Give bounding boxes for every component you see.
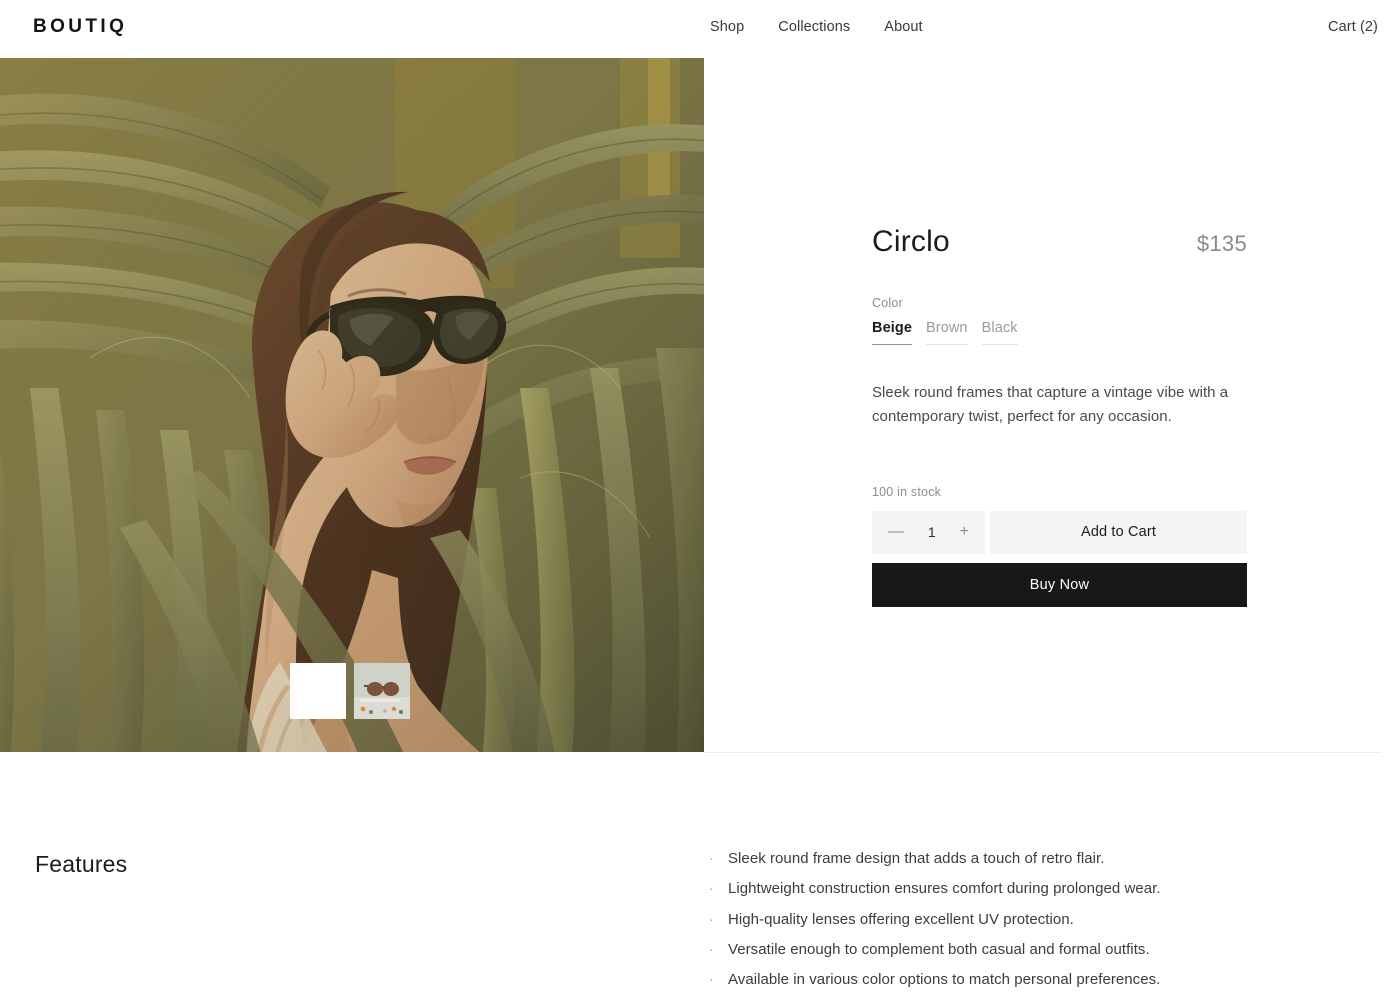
product-title-row: Circlo $135: [872, 225, 1247, 258]
list-item: · Available in various color options to …: [709, 970, 1349, 990]
feature-text: Available in various color options to ma…: [728, 971, 1161, 988]
feature-text: High-quality lenses offering excellent U…: [728, 910, 1074, 928]
feature-text: Sleek round frame design that adds a tou…: [728, 850, 1105, 867]
thumbnail-2[interactable]: [354, 663, 410, 719]
quantity-stepper[interactable]: — 1 +: [872, 510, 985, 554]
quantity-decrement-button[interactable]: —: [886, 520, 906, 544]
main-navigation: Shop Collections About: [710, 20, 923, 35]
list-item: · Versatile enough to complement both ca…: [709, 940, 1349, 960]
page-title: Circlo: [872, 225, 950, 258]
product-description: Sleek round frames that capture a vintag…: [872, 383, 1229, 426]
product-gallery: [0, 58, 704, 752]
color-option-label: Color: [872, 296, 903, 310]
bullet-icon: ·: [709, 940, 714, 957]
hero-product-image[interactable]: [0, 58, 704, 752]
site-header: BOUTIQ Shop Collections About Cart (2): [0, 0, 1400, 58]
buy-now-button[interactable]: Buy Now: [872, 562, 1247, 607]
bullet-icon: ·: [709, 910, 714, 927]
nav-item-shop[interactable]: Shop: [710, 20, 744, 35]
cart-link[interactable]: Cart (2): [1328, 20, 1378, 35]
list-item: · Sleek round frame design that adds a t…: [709, 849, 1349, 869]
color-option-group: Beige Brown Black: [872, 320, 1247, 345]
bullet-icon: ·: [709, 971, 714, 987]
add-to-cart-button[interactable]: Add to Cart: [990, 510, 1247, 554]
features-list: · Sleek round frame design that adds a t…: [709, 849, 1349, 1000]
bullet-icon: ·: [709, 850, 714, 866]
features-heading: Features: [35, 851, 128, 877]
bullet-icon: ·: [709, 880, 714, 897]
feature-text: Lightweight construction ensures comfort…: [728, 880, 1161, 898]
product-details-panel: Circlo $135 Color Beige Brown Black Slee…: [872, 225, 1247, 607]
thumbnail-1[interactable]: [290, 663, 346, 719]
nav-item-about[interactable]: About: [884, 20, 922, 35]
thumbnail-strip: [290, 663, 410, 719]
brand-logo[interactable]: BOUTIQ: [33, 17, 127, 36]
stock-status: 100 in stock: [872, 484, 942, 499]
nav-item-collections[interactable]: Collections: [778, 20, 850, 35]
sunglasses-flatlay-icon: [354, 663, 410, 719]
feature-text: Versatile enough to complement both casu…: [728, 940, 1150, 958]
quantity-increment-button[interactable]: +: [958, 520, 971, 544]
product-price: $135: [1196, 231, 1247, 256]
quantity-value: 1: [927, 524, 936, 541]
color-option-beige[interactable]: Beige: [872, 320, 912, 345]
list-item: · Lightweight construction ensures comfo…: [709, 879, 1349, 899]
color-option-brown[interactable]: Brown: [926, 320, 968, 345]
list-item: · High-quality lenses offering excellent…: [709, 910, 1349, 930]
section-divider: [704, 752, 1382, 753]
purchase-controls: — 1 + Add to Cart: [872, 510, 1247, 554]
color-option-black[interactable]: Black: [981, 320, 1018, 345]
